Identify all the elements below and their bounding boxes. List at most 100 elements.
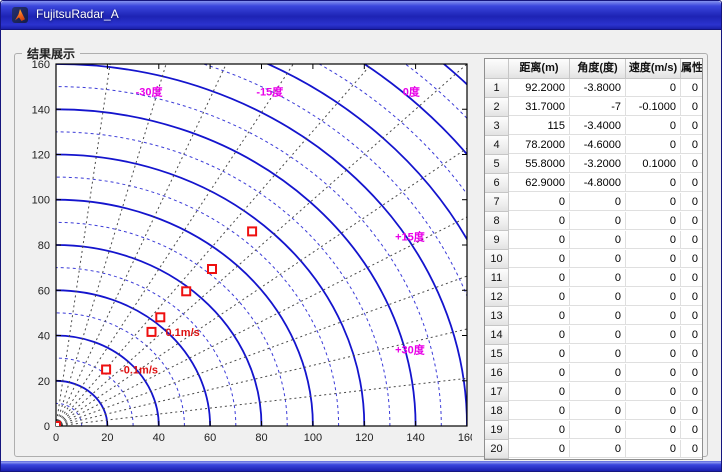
table-cell[interactable]: 0: [626, 136, 681, 154]
table-row: 100000: [485, 250, 702, 269]
table-cell[interactable]: 0: [570, 440, 626, 458]
table-cell[interactable]: 0: [626, 288, 681, 306]
row-number-cell: 8: [485, 212, 509, 231]
table-cell[interactable]: 0: [626, 250, 681, 268]
table-cell[interactable]: 0: [681, 288, 702, 306]
table-cell[interactable]: 115: [509, 117, 570, 135]
table-cell[interactable]: 0: [681, 117, 702, 135]
table-cell[interactable]: -7: [570, 98, 626, 116]
table-cell[interactable]: 0: [681, 326, 702, 344]
table-cell[interactable]: 0: [509, 326, 570, 344]
table-cell[interactable]: 92.2000: [509, 79, 570, 97]
table-cell[interactable]: 0: [681, 269, 702, 287]
table-cell[interactable]: 0: [570, 326, 626, 344]
table-cell[interactable]: 0: [570, 421, 626, 439]
row-number-cell: 6: [485, 174, 509, 193]
table-cell[interactable]: -3.8000: [570, 79, 626, 97]
svg-text:+15度: +15度: [395, 230, 426, 244]
table-cell[interactable]: 0: [626, 402, 681, 420]
table-cell[interactable]: 0: [681, 98, 702, 116]
table-cell[interactable]: -3.4000: [570, 117, 626, 135]
table-cell[interactable]: 0: [681, 174, 702, 192]
table-cell[interactable]: 0: [626, 364, 681, 382]
table-row: 662.9000-4.800000: [485, 174, 702, 193]
table-cell[interactable]: 0: [626, 79, 681, 97]
table-cell[interactable]: 0: [570, 269, 626, 287]
table-cell[interactable]: 0.1000: [626, 155, 681, 173]
table-cell[interactable]: 0: [570, 364, 626, 382]
table-cell[interactable]: 0: [681, 307, 702, 325]
table-cell[interactable]: 0: [509, 402, 570, 420]
table-cell[interactable]: 0: [681, 193, 702, 211]
table-cell[interactable]: 0: [626, 117, 681, 135]
table-cell[interactable]: 0: [509, 288, 570, 306]
table-cell[interactable]: 0: [626, 345, 681, 363]
table-cell[interactable]: 0: [570, 250, 626, 268]
table-cell[interactable]: 0: [681, 440, 702, 458]
table-cell[interactable]: 0: [626, 212, 681, 230]
table-cell[interactable]: -4.8000: [570, 174, 626, 192]
row-number-cell: 14: [485, 326, 509, 345]
row-number-cell: 9: [485, 231, 509, 250]
table-cell[interactable]: 0: [626, 326, 681, 344]
table-cell[interactable]: 0: [570, 193, 626, 211]
table-cell[interactable]: 0: [509, 250, 570, 268]
table-cell[interactable]: 0: [626, 174, 681, 192]
svg-text:20: 20: [101, 432, 113, 444]
table-cell[interactable]: 0: [509, 364, 570, 382]
svg-text:0度: 0度: [403, 85, 421, 99]
table-cell[interactable]: 0: [509, 193, 570, 211]
table-cell[interactable]: 0: [681, 421, 702, 439]
table-cell[interactable]: 0: [626, 193, 681, 211]
table-cell[interactable]: 0: [509, 307, 570, 325]
svg-text:160: 160: [32, 59, 50, 71]
table-cell[interactable]: 62.9000: [509, 174, 570, 192]
table-cell[interactable]: 0: [509, 345, 570, 363]
row-number-cell: 19: [485, 421, 509, 440]
target-marker: [52, 422, 60, 430]
table-cell[interactable]: 0: [509, 383, 570, 401]
table-cell[interactable]: 0: [681, 231, 702, 249]
table-cell[interactable]: 0: [570, 345, 626, 363]
table-cell[interactable]: -3.2000: [570, 155, 626, 173]
table-cell[interactable]: 78.2000: [509, 136, 570, 154]
svg-text:60: 60: [38, 285, 50, 297]
table-cell[interactable]: 0: [681, 136, 702, 154]
svg-text:+30度: +30度: [395, 343, 426, 357]
table-cell[interactable]: 55.8000: [509, 155, 570, 173]
table-cell[interactable]: 0: [681, 364, 702, 382]
title-bar[interactable]: FujitsuRadar_A: [1, 1, 721, 30]
table-cell[interactable]: 0: [681, 345, 702, 363]
table-cell[interactable]: 0: [570, 288, 626, 306]
table-cell[interactable]: 0: [681, 155, 702, 173]
row-number-cell: 20: [485, 440, 509, 459]
row-number-cell: 5: [485, 155, 509, 174]
table-cell[interactable]: -0.1000: [626, 98, 681, 116]
table-cell[interactable]: 0: [509, 212, 570, 230]
target-marker: [148, 328, 156, 336]
table-cell[interactable]: 0: [509, 231, 570, 249]
table-cell[interactable]: 31.7000: [509, 98, 570, 116]
table-cell[interactable]: 0: [681, 212, 702, 230]
table-cell[interactable]: 0: [570, 383, 626, 401]
table-cell[interactable]: 0: [570, 212, 626, 230]
table-cell[interactable]: 0: [626, 231, 681, 249]
table-cell[interactable]: 0: [626, 421, 681, 439]
table-cell[interactable]: 0: [681, 402, 702, 420]
table-cell[interactable]: 0: [570, 402, 626, 420]
table-cell[interactable]: 0: [509, 269, 570, 287]
table-row: 478.2000-4.600000: [485, 136, 702, 155]
table-cell[interactable]: 0: [626, 440, 681, 458]
table-cell[interactable]: 0: [509, 421, 570, 439]
table-cell[interactable]: 0: [681, 383, 702, 401]
table-cell[interactable]: 0: [509, 440, 570, 458]
table-cell[interactable]: 0: [681, 250, 702, 268]
table-cell[interactable]: 0: [626, 269, 681, 287]
table-row: 555.8000-3.20000.10000: [485, 155, 702, 174]
table-cell[interactable]: 0: [570, 307, 626, 325]
table-cell[interactable]: 0: [626, 383, 681, 401]
table-cell[interactable]: 0: [626, 307, 681, 325]
table-cell[interactable]: 0: [681, 79, 702, 97]
table-cell[interactable]: -4.6000: [570, 136, 626, 154]
table-cell[interactable]: 0: [570, 231, 626, 249]
